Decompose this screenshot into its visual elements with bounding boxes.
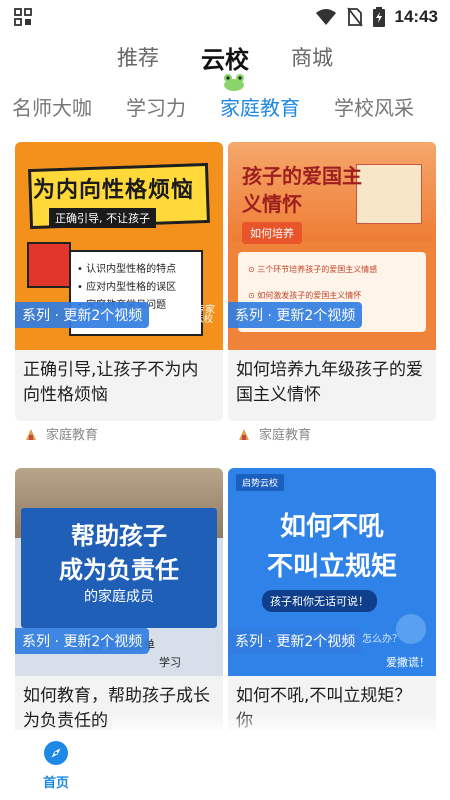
status-time: 14:43 (394, 7, 438, 26)
card-source[interactable]: 家庭教育 (237, 424, 311, 443)
video-card[interactable]: 帮助孩子 成为负责任 的家庭成员 教子如此简单 学习 系列 · 更新2个视频 如… (15, 468, 223, 730)
thumb-headline: 不叫立规矩 (266, 552, 397, 582)
thumb-headline: 为内向性格烦恼 (33, 178, 195, 203)
status-right: 14:43 (315, 7, 438, 27)
thumb-tag: 庭教育专家 (165, 305, 215, 316)
thumb-bullet: • 认识内型性格的特点 (77, 264, 177, 275)
thumb-pill: 孩子和你无话可说！ (262, 590, 377, 612)
series-badge: 系列 · 更新2个视频 (15, 628, 150, 654)
card-title: 如何培养九年级孩子的爱国主义情怀 (236, 360, 423, 405)
video-card[interactable]: 启势云校 如何不吼 不叫立规矩 孩子和你无话可说！ 一言不合就撒谎？你该怎么办？… (228, 468, 436, 730)
card-thumbnail: 启势云校 如何不吼 不叫立规矩 孩子和你无话可说！ 一言不合就撒谎？你该怎么办？… (228, 468, 436, 676)
bottom-nav: 首页 (0, 730, 450, 800)
video-card[interactable]: 孩子的爱国主义情怀 如何培养 ⊙ 三个环节培养孩子的爱国主义情感 ⊙ 如何激发孩… (228, 142, 436, 421)
thumb-line: ⊙ 三个环节培养孩子的爱国主义情感 (248, 265, 378, 274)
card-title: 正确引导,让孩子不为内向性格烦恼 (23, 360, 199, 405)
thumb-headline: 孩子的爱国主义情怀 (242, 164, 362, 216)
card-thumbnail: 为内向性格烦恼 正确引导, 不让孩子 • 认识内型性格的特点 • 应对内型性格的… (15, 142, 223, 350)
video-card[interactable]: 为内向性格烦恼 正确引导, 不让孩子 • 认识内型性格的特点 • 应对内型性格的… (15, 142, 223, 421)
thumb-headline: 成为负责任 (59, 556, 179, 584)
subtab-family-education[interactable]: 家庭教育 (220, 73, 300, 121)
battery-charging-icon (372, 7, 385, 27)
video-card-grid: 为内向性格烦恼 正确引导, 不让孩子 • 认识内型性格的特点 • 应对内型性格的… (0, 142, 450, 730)
app-grid-icon (14, 8, 32, 26)
thumb-brand: 启势云校 (236, 474, 285, 491)
thumb-tag: 学习 (159, 656, 181, 669)
card-source[interactable]: 家庭教育 (24, 424, 98, 443)
series-badge: 系列 · 更新2个视频 (228, 302, 363, 328)
thumb-pill: 如何培养 (242, 222, 302, 244)
series-badge: 系列 · 更新2个视频 (228, 628, 363, 654)
source-label: 家庭教育 (46, 428, 99, 443)
series-badge: 系列 · 更新2个视频 (15, 302, 150, 328)
subtab-learning-ability[interactable]: 学习力 (126, 92, 186, 121)
wifi-icon (315, 9, 336, 25)
frog-mascot-icon (224, 73, 244, 91)
status-bar: 14:43 (0, 0, 450, 34)
thumb-headline: 如何不吼 (279, 512, 384, 542)
subtab-family-education-label: 家庭教育 (220, 95, 300, 120)
no-sim-icon (346, 7, 363, 27)
subtab-school-style[interactable]: 学校风采 (334, 92, 414, 121)
status-left (14, 8, 32, 26)
thumb-line: ⊙ 如何激发孩子的爱国主义情怀 (248, 291, 362, 300)
thumb-subline: 正确引导, 不让孩子 (49, 208, 156, 228)
subtab-famous-teachers[interactable]: 名师大咖 (12, 92, 92, 121)
tab-recommend[interactable]: 推荐 (117, 42, 159, 72)
source-logo-icon (26, 428, 36, 440)
thumb-bullet: • 应对内型性格的误区 (77, 282, 177, 293)
compass-icon (44, 740, 68, 765)
nav-home-label: 首页 (42, 775, 69, 791)
card-thumbnail: 帮助孩子 成为负责任 的家庭成员 教子如此简单 学习 系列 · 更新2个视频 (15, 468, 223, 676)
thumb-headline: 帮助孩子 (71, 522, 167, 550)
nav-home[interactable]: 首页 (0, 740, 112, 791)
tab-mall[interactable]: 商城 (291, 42, 333, 72)
source-label: 家庭教育 (259, 428, 312, 443)
thumb-subline: 的家庭成员 (84, 589, 154, 605)
card-thumbnail: 孩子的爱国主义情怀 如何培养 ⊙ 三个环节培养孩子的爱国主义情感 ⊙ 如何激发孩… (228, 142, 436, 350)
thumb-decoration (27, 242, 71, 288)
source-logo-icon (239, 428, 249, 440)
tab-cloud-school[interactable]: 云校 (201, 40, 249, 75)
thumb-illustration (356, 164, 422, 224)
thumb-tag: 爱撒谎！ (386, 656, 430, 669)
sub-tabs: 名师大咖 学习力 家庭教育 学校风采 (0, 73, 450, 132)
